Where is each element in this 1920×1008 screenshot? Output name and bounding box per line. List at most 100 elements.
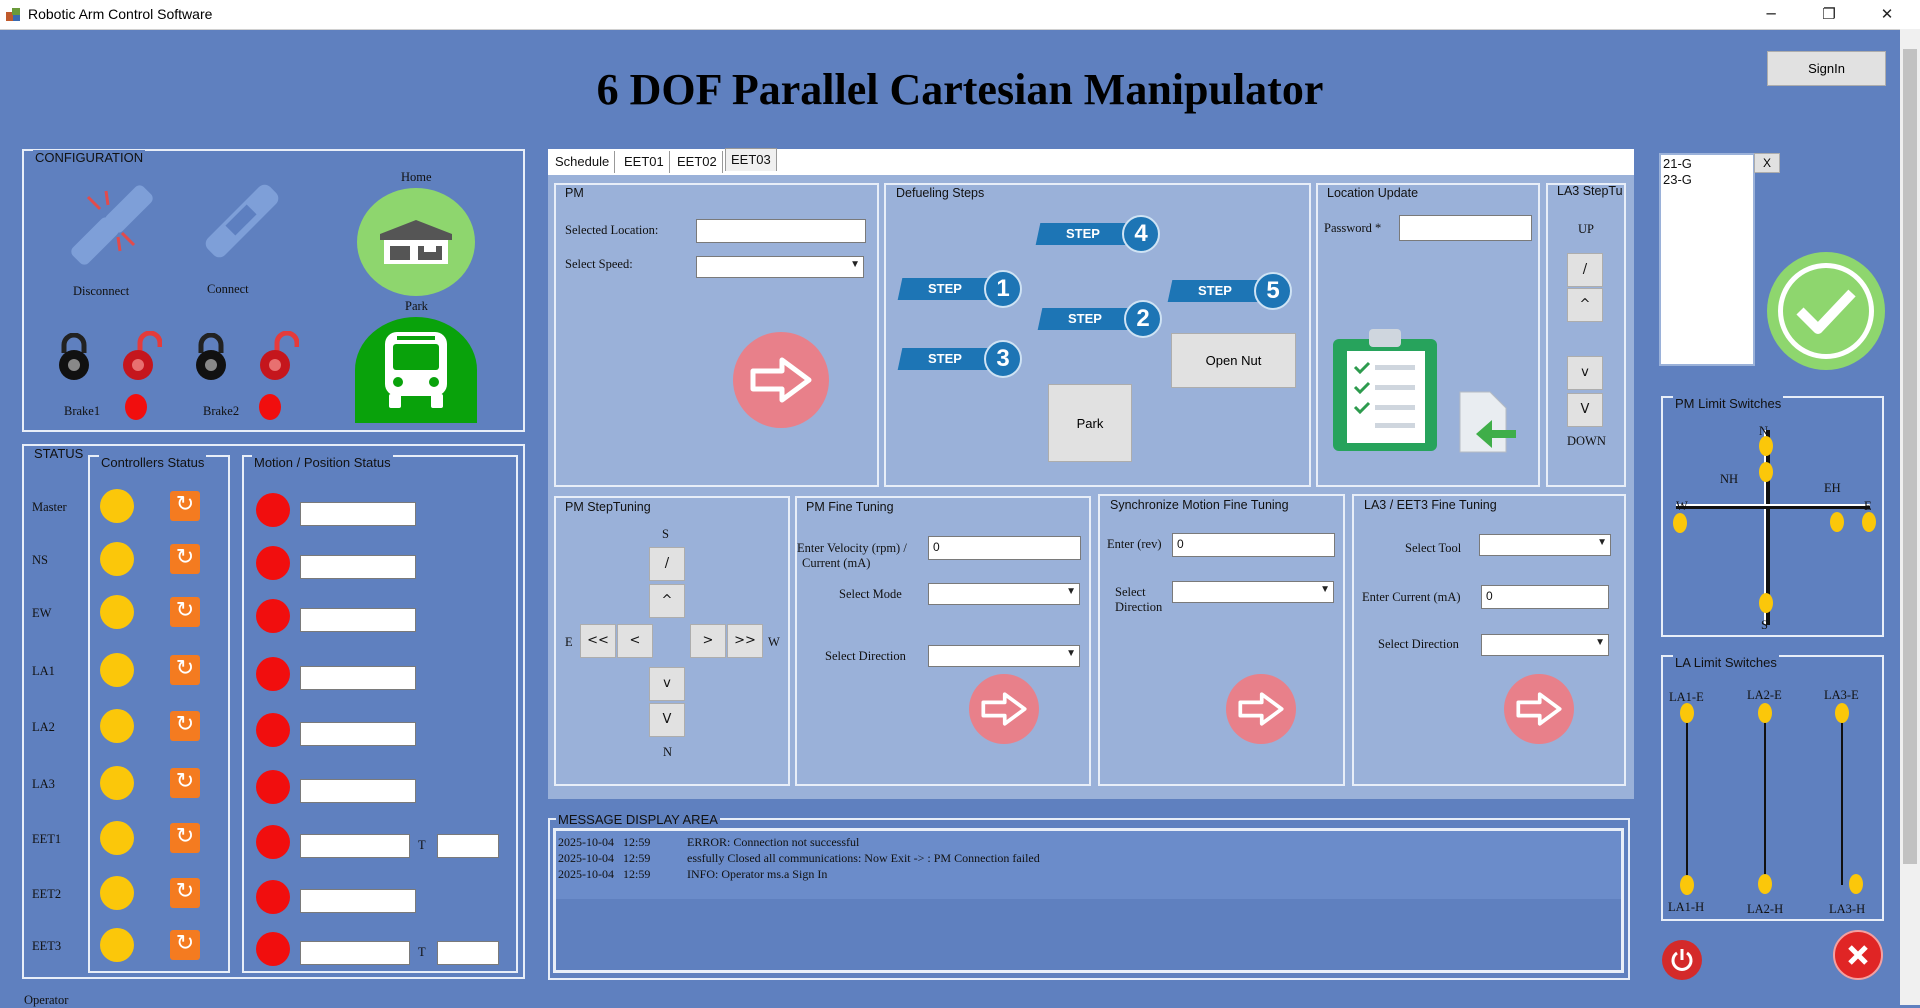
pm-select-direction-dropdown[interactable] xyxy=(928,645,1080,667)
pm-step-right-fast-button[interactable]: >> xyxy=(727,624,763,658)
selected-location-field[interactable] xyxy=(696,219,866,243)
import-file-icon[interactable] xyxy=(1456,390,1518,454)
la3-down-fast-button[interactable]: V xyxy=(1567,393,1603,427)
close-window-button[interactable]: ✕ xyxy=(1858,0,1916,29)
tab-schedule[interactable]: Schedule xyxy=(550,151,616,173)
pm-go-button[interactable] xyxy=(733,332,829,428)
brake1-locked-icon[interactable] xyxy=(56,333,92,381)
la3-up-fast-button[interactable]: / xyxy=(1567,253,1603,287)
select-tool-dropdown[interactable] xyxy=(1479,534,1611,556)
step-4-button[interactable]: STEP 4 xyxy=(1035,215,1160,253)
pm-step-left-fast-button[interactable]: << xyxy=(580,624,616,658)
confirm-ring xyxy=(1778,263,1874,359)
pm-limit-switches-label: PM Limit Switches xyxy=(1673,396,1784,411)
controllers-status-label: Controllers Status xyxy=(99,455,207,470)
brake2-locked-icon[interactable] xyxy=(193,333,229,381)
refresh-icon[interactable]: ↻ xyxy=(170,823,200,853)
pm-step-up-button[interactable]: ^ xyxy=(649,584,685,618)
refresh-icon[interactable]: ↻ xyxy=(170,655,200,685)
brake1-unlocked-icon[interactable] xyxy=(120,331,162,381)
refresh-icon[interactable]: ↻ xyxy=(170,711,200,741)
connect-label: Connect xyxy=(207,282,249,296)
bus-icon xyxy=(385,332,447,408)
restore-button[interactable]: ❐ xyxy=(1800,0,1858,29)
position-field[interactable] xyxy=(300,666,416,690)
clipboard-icon[interactable] xyxy=(1331,325,1439,453)
position-field[interactable] xyxy=(300,555,416,579)
tab-eet01[interactable]: EET01 xyxy=(619,151,670,173)
pm-step-up-fast-button[interactable]: / xyxy=(649,547,685,581)
message-area-label: MESSAGE DISPLAY AREA xyxy=(556,812,720,827)
select-mode-dropdown[interactable] xyxy=(928,583,1080,605)
open-nut-button[interactable]: Open Nut xyxy=(1171,333,1296,388)
location-list-item[interactable]: 21-G xyxy=(1663,156,1692,171)
position-field[interactable] xyxy=(300,779,416,803)
sync-go-button[interactable] xyxy=(1226,674,1296,744)
scrollbar-thumb[interactable] xyxy=(1903,49,1917,864)
step-1-button[interactable]: STEP 1 xyxy=(897,270,1022,308)
rev-field[interactable]: 0 xyxy=(1172,533,1335,557)
step-2-button[interactable]: STEP 2 xyxy=(1037,300,1162,338)
location-list-item[interactable]: 23-G xyxy=(1663,172,1692,187)
pm-fine-go-button[interactable] xyxy=(969,674,1039,744)
refresh-icon[interactable]: ↻ xyxy=(170,768,200,798)
minimize-button[interactable]: ─ xyxy=(1742,0,1800,29)
park-step-button[interactable]: Park xyxy=(1048,384,1132,462)
password-field[interactable] xyxy=(1399,215,1532,241)
step-5-button[interactable]: STEP 5 xyxy=(1167,272,1292,310)
controller-status-led xyxy=(100,928,134,962)
brake2-unlocked-icon[interactable] xyxy=(257,331,299,381)
vertical-scrollbar[interactable] xyxy=(1900,29,1920,1005)
signin-button[interactable]: SignIn xyxy=(1767,51,1886,86)
velocity-field[interactable]: 0 xyxy=(928,536,1081,560)
controller-status-led xyxy=(100,489,134,523)
pm-step-right-button[interactable]: > xyxy=(690,624,726,658)
position-field[interactable] xyxy=(300,722,416,746)
status-row-label: LA3 xyxy=(32,777,55,791)
refresh-icon[interactable]: ↻ xyxy=(170,491,200,521)
la3-direction-dropdown[interactable] xyxy=(1481,634,1609,656)
park-label: Park xyxy=(405,299,428,313)
pm-e-label: E xyxy=(565,635,573,649)
t-field[interactable] xyxy=(437,941,499,965)
la3-up-label: UP xyxy=(1578,222,1594,236)
clear-list-button[interactable]: X xyxy=(1754,153,1780,173)
tab-eet02[interactable]: EET02 xyxy=(672,151,723,173)
position-field[interactable] xyxy=(300,889,416,913)
pm-step-down-button[interactable]: v xyxy=(649,667,685,701)
pm-step-down-fast-button[interactable]: V xyxy=(649,703,685,737)
status-row-label: Master xyxy=(32,500,67,514)
refresh-icon[interactable]: ↻ xyxy=(170,597,200,627)
position-field[interactable] xyxy=(300,608,416,632)
tab-eet03[interactable]: EET03 xyxy=(725,148,777,171)
position-field[interactable] xyxy=(300,502,416,526)
brake1-label: Brake1 xyxy=(64,404,101,418)
step-3-button[interactable]: STEP 3 xyxy=(897,340,1022,378)
motion-status-led xyxy=(256,599,290,633)
confirm-button[interactable] xyxy=(1767,252,1885,370)
status-row-label: LA1 xyxy=(32,664,55,678)
position-field[interactable] xyxy=(300,941,410,965)
select-speed-dropdown[interactable] xyxy=(696,256,864,278)
exit-button[interactable] xyxy=(1833,930,1883,980)
power-button[interactable] xyxy=(1662,940,1702,980)
status-row-label: EET1 xyxy=(32,832,62,846)
connect-icon[interactable] xyxy=(196,175,286,265)
step-word: STEP xyxy=(928,281,962,296)
sync-direction-dropdown[interactable] xyxy=(1172,581,1334,603)
la3-current-field[interactable]: 0 xyxy=(1481,585,1609,609)
disconnect-icon[interactable] xyxy=(66,175,160,271)
pm-step-left-button[interactable]: < xyxy=(617,624,653,658)
home-button[interactable] xyxy=(357,188,475,296)
refresh-icon[interactable]: ↻ xyxy=(170,878,200,908)
position-field[interactable] xyxy=(300,834,410,858)
park-button[interactable] xyxy=(355,317,477,423)
refresh-icon[interactable]: ↻ xyxy=(170,544,200,574)
refresh-icon[interactable]: ↻ xyxy=(170,930,200,960)
la3-up-button[interactable]: ^ xyxy=(1567,288,1603,322)
la3-go-button[interactable] xyxy=(1504,674,1574,744)
message-time: 12:59 xyxy=(623,867,651,881)
t-field[interactable] xyxy=(437,834,499,858)
status-row-label: EET2 xyxy=(32,887,62,901)
la3-down-button[interactable]: v xyxy=(1567,356,1603,390)
